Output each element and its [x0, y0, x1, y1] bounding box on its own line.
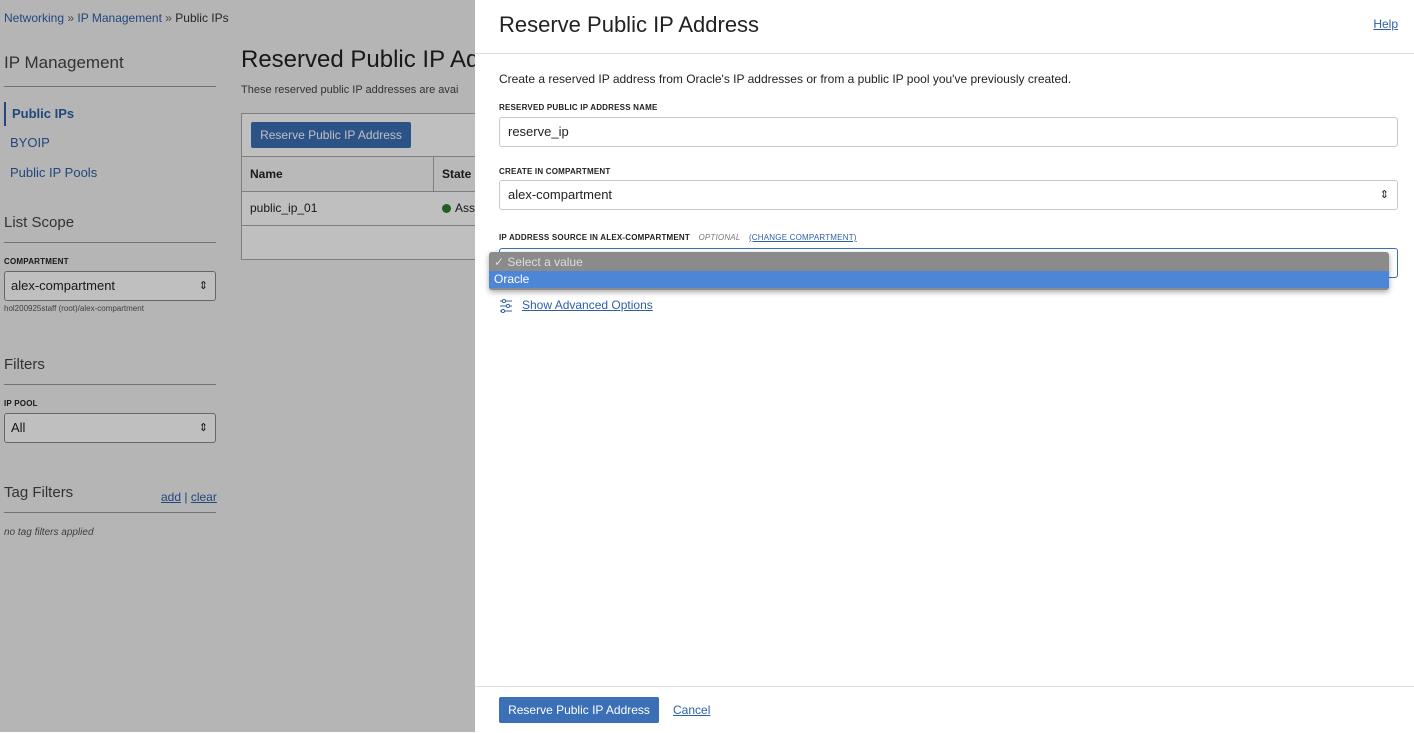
panel-intro: Create a reserved IP address from Oracle… — [499, 72, 1072, 86]
compartment-select-value: alex-compartment — [508, 187, 613, 202]
panel-footer: Reserve Public IP Address Cancel — [475, 686, 1414, 733]
cancel-link[interactable]: Cancel — [673, 703, 710, 717]
ip-source-label-prefix: IP ADDRESS SOURCE IN — [499, 233, 599, 242]
submit-reserve-button[interactable]: Reserve Public IP Address — [499, 697, 659, 723]
reserve-ip-panel: Reserve Public IP Address Help Create a … — [475, 0, 1414, 732]
optional-tag: OPTIONAL — [698, 233, 741, 242]
ip-source-dropdown: ✓ Select a value Oracle — [489, 252, 1389, 290]
ip-source-label-compartment: ALEX-COMPARTMENT — [600, 233, 690, 242]
ip-source-field-label: IP ADDRESS SOURCE IN ALEX-COMPARTMENT OP… — [499, 233, 857, 242]
dropdown-option-select-a-value[interactable]: ✓ Select a value — [489, 254, 1389, 271]
modal-overlay[interactable] — [0, 0, 475, 732]
dropdown-option-oracle[interactable]: Oracle — [489, 271, 1389, 288]
panel-title: Reserve Public IP Address — [499, 12, 760, 37]
compartment-select[interactable]: alex-compartment ⇕ — [499, 180, 1398, 210]
sliders-icon — [500, 298, 512, 313]
updown-chevron-icon: ⇕ — [1379, 189, 1389, 201]
show-advanced-options-link[interactable]: Show Advanced Options — [522, 298, 653, 312]
name-input[interactable]: reserve_ip — [499, 117, 1398, 147]
compartment-field-label: CREATE IN COMPARTMENT — [499, 167, 611, 176]
help-link[interactable]: Help — [1373, 17, 1398, 31]
name-field-label: RESERVED PUBLIC IP ADDRESS NAME — [499, 103, 658, 112]
panel-header: Reserve Public IP Address Help — [475, 0, 1414, 54]
advanced-options[interactable]: Show Advanced Options — [499, 298, 653, 313]
change-compartment-link[interactable]: (CHANGE COMPARTMENT) — [749, 233, 857, 242]
